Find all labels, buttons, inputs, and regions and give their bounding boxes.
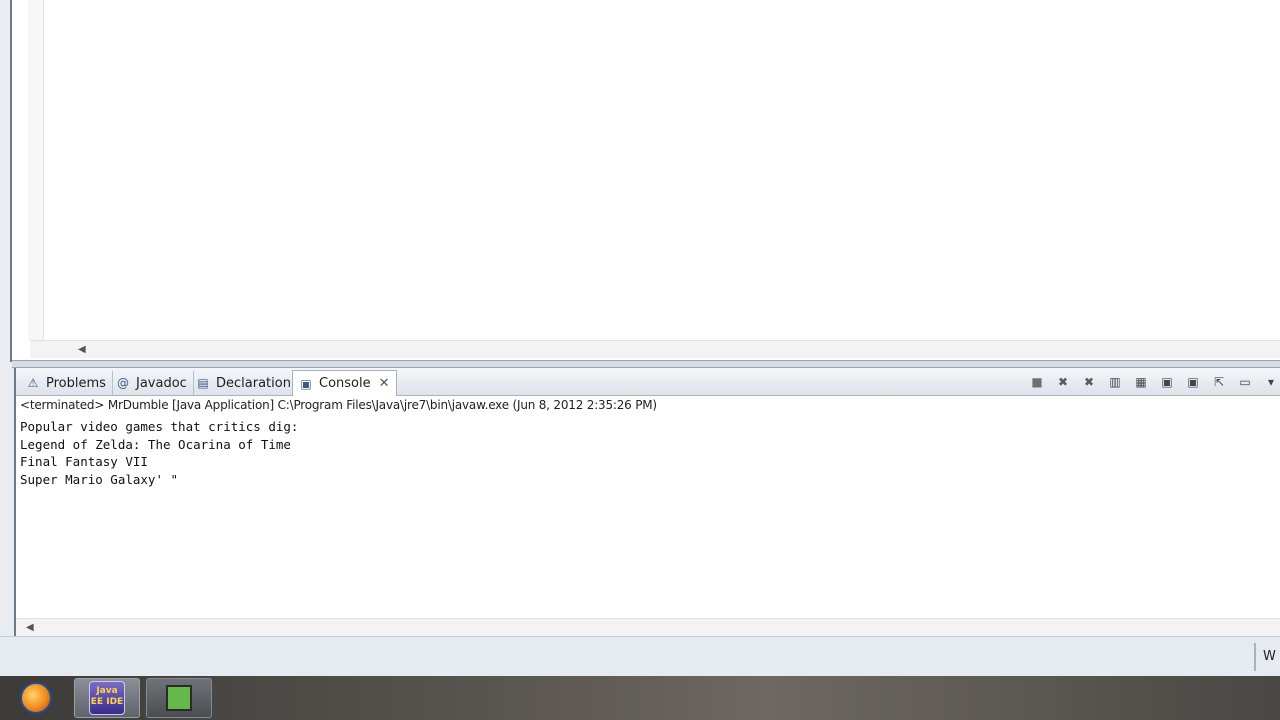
status-separator bbox=[1254, 643, 1256, 671]
show-on-stdout-icon[interactable]: ▣ bbox=[1156, 372, 1178, 392]
firefox-icon bbox=[20, 682, 52, 714]
taskbar-java-ee-ide[interactable]: Java EE IDE bbox=[74, 678, 140, 718]
pin-console-icon[interactable]: ▦ bbox=[1130, 372, 1152, 392]
console-icon: ▣ bbox=[300, 376, 312, 391]
status-bar: W bbox=[0, 636, 1280, 676]
scroll-lock-icon[interactable]: ▥ bbox=[1104, 372, 1126, 392]
status-text: W bbox=[1263, 649, 1276, 664]
console-line: Super Mario Galaxy' " bbox=[20, 471, 179, 487]
editor-area[interactable]: ◀ bbox=[10, 0, 1280, 362]
console-line: Popular video games that critics dig: bbox=[20, 419, 299, 434]
java-ee-ide-icon: Java EE IDE bbox=[89, 681, 125, 715]
console-output[interactable]: Popular video games that critics dig: Le… bbox=[20, 418, 1270, 613]
javadoc-icon: @ bbox=[117, 376, 129, 390]
editor-horizontal-scrollbar[interactable]: ◀ bbox=[30, 340, 1280, 358]
console-line: Final Fantasy VII bbox=[20, 454, 148, 469]
open-console-icon[interactable]: ⇱ bbox=[1208, 372, 1230, 392]
editor-ruler bbox=[28, 0, 44, 340]
bottom-panel: ⚠ Problems @ Javadoc ▤ Declaration ▣ Con… bbox=[14, 368, 1280, 636]
tab-declaration[interactable]: ▤ Declaration bbox=[190, 371, 298, 395]
remove-launch-icon[interactable]: ✖ bbox=[1052, 372, 1074, 392]
console-line: Legend of Zelda: The Ocarina of Time bbox=[20, 436, 291, 452]
console-launch-status: <terminated> MrDumble [Java Application]… bbox=[20, 398, 657, 412]
display-console-icon[interactable]: ▭ bbox=[1234, 372, 1256, 392]
editor-text-area[interactable] bbox=[44, 0, 1280, 340]
terminate-icon[interactable]: ■ bbox=[1026, 372, 1048, 392]
taskbar-app[interactable] bbox=[146, 678, 212, 718]
console-toolbar: ■ ✖ ✖ ▥ ▦ ▣ ▣ ⇱ ▭ ▾ bbox=[1022, 371, 1280, 393]
java-ee-ide-label: Java EE IDE bbox=[90, 686, 124, 707]
scroll-left-arrow-icon[interactable]: ◀ bbox=[26, 622, 34, 633]
declaration-icon: ▤ bbox=[197, 376, 209, 390]
panel-resize-sash[interactable] bbox=[12, 360, 1280, 368]
tab-label: Problems bbox=[46, 375, 106, 391]
scroll-left-arrow-icon[interactable]: ◀ bbox=[78, 344, 86, 355]
tab-label: Javadoc bbox=[136, 375, 187, 391]
show-on-stderr-icon[interactable]: ▣ bbox=[1182, 372, 1204, 392]
taskbar-firefox[interactable] bbox=[14, 678, 58, 718]
eclipse-window: ◀ ⚠ Problems @ Javadoc ▤ Declaration ▣ C… bbox=[0, 0, 1280, 720]
tab-javadoc[interactable]: @ Javadoc bbox=[110, 371, 194, 395]
view-menu-icon[interactable]: ▾ bbox=[1260, 372, 1280, 392]
windows-taskbar: Java EE IDE bbox=[0, 676, 1280, 720]
console-horizontal-scrollbar[interactable]: ◀ bbox=[16, 618, 1280, 636]
tab-problems[interactable]: ⚠ Problems bbox=[20, 371, 113, 395]
tab-label: Console bbox=[319, 376, 371, 391]
panel-tabbar: ⚠ Problems @ Javadoc ▤ Declaration ▣ Con… bbox=[16, 368, 1280, 396]
app-icon bbox=[166, 685, 192, 711]
tab-label: Declaration bbox=[216, 375, 291, 391]
remove-all-launches-icon[interactable]: ✖ bbox=[1078, 372, 1100, 392]
tab-console[interactable]: ▣ Console ✕ bbox=[292, 370, 397, 396]
problems-icon: ⚠ bbox=[27, 376, 39, 390]
close-icon[interactable]: ✕ bbox=[379, 376, 390, 391]
